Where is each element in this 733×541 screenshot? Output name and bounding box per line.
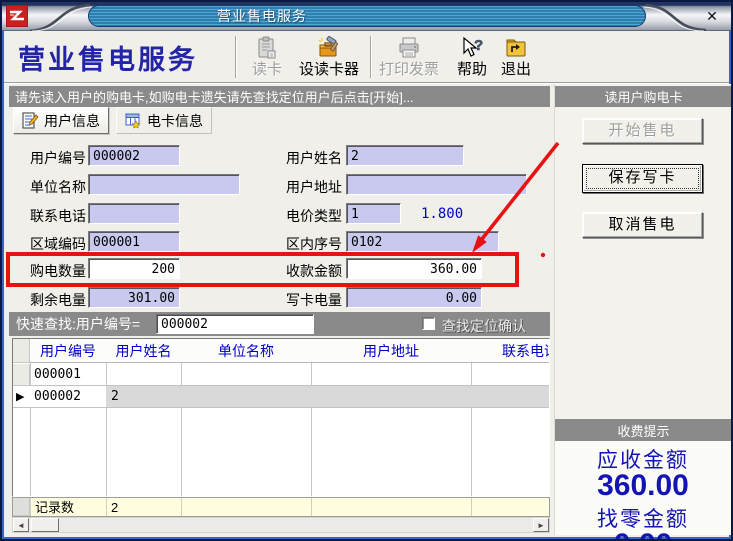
footer-selector-stub (13, 498, 30, 516)
user-name-label: 用户姓名 (270, 148, 342, 168)
help-button[interactable]: ? 帮助 (452, 35, 492, 79)
tab-user-info[interactable]: 用户信息 (13, 107, 109, 134)
scroll-left-button[interactable]: ◄ (13, 518, 29, 532)
exit-label: 退出 (501, 62, 531, 78)
app-logo-icon (6, 5, 28, 27)
table-row[interactable]: 000001 (13, 364, 549, 386)
card-reader-icon (256, 36, 278, 60)
user-addr-label: 用户地址 (270, 177, 342, 197)
toolbar-separator (235, 36, 237, 78)
client-area: 营业售电服务 读卡 设读卡器 (4, 31, 729, 537)
fee-panel-header: 收费提示 (555, 419, 732, 441)
receivable-amount-value: 360.00 (555, 469, 731, 503)
area-code-field[interactable] (88, 231, 180, 252)
col-header-phone[interactable]: 联系电话 (471, 339, 550, 363)
write-card-field[interactable] (346, 287, 482, 308)
save-write-card-button[interactable]: 保存写卡 (582, 164, 703, 193)
prompt-bar: 请先读入用户的购电卡,如购电卡遗失请先查找定位用户后点击[开始]... (9, 86, 550, 107)
area-seq-field[interactable] (346, 231, 499, 252)
help-label: 帮助 (457, 62, 487, 78)
page-title: 营业售电服务 (18, 38, 198, 77)
user-id-label: 用户编号 (14, 148, 86, 168)
reader-setup-icon (317, 36, 341, 60)
title-bar[interactable]: 营业售电服务 ✕ (2, 2, 731, 31)
col-header-user-name[interactable]: 用户姓名 (106, 339, 181, 363)
cancel-sale-button[interactable]: 取消售电 (582, 212, 703, 238)
user-table[interactable]: 用户编号 用户姓名 单位名称 用户地址 联系电话 000001 000002 2… (12, 338, 550, 497)
right-panel-header: 读用户购电卡 (555, 86, 732, 107)
col-header-user-id[interactable]: 用户编号 (30, 339, 106, 363)
setup-reader-label: 设读卡器 (299, 62, 359, 78)
exit-icon (504, 36, 528, 60)
toolbar-separator (370, 36, 372, 78)
tab-card-info[interactable]: 电卡信息 (116, 107, 212, 134)
table-hscrollbar[interactable]: ◄ ► (12, 517, 550, 533)
confirm-locate-label: 查找定位确认 (442, 316, 526, 336)
change-amount-value: 0.00 (555, 528, 731, 541)
quick-find-label: 快速查找:用户编号= (16, 314, 140, 334)
scroll-right-button[interactable]: ► (533, 518, 549, 532)
close-button[interactable]: ✕ (701, 6, 723, 26)
purchase-qty-field[interactable] (88, 258, 180, 279)
record-count-value: 2 (111, 499, 118, 517)
grid-line (181, 498, 182, 516)
purchase-qty-label: 购电数量 (14, 261, 86, 281)
org-name-field[interactable] (88, 174, 240, 195)
price-type-field[interactable] (346, 203, 401, 224)
card-info-icon (125, 112, 142, 129)
cell-user-id: 000002 (30, 386, 106, 407)
phone-label: 联系电话 (14, 206, 86, 226)
read-card-button[interactable]: 读卡 (242, 35, 292, 79)
grid-line (471, 498, 472, 516)
window-title: 营业售电服务 (88, 5, 646, 27)
read-card-label: 读卡 (252, 62, 282, 78)
write-card-label: 写卡电量 (270, 290, 342, 310)
area-code-label: 区域编码 (14, 234, 86, 254)
table-row-selected[interactable]: 000002 2 ▶ (13, 386, 549, 408)
org-name-label: 单位名称 (14, 177, 86, 197)
remaining-label: 剩余电量 (14, 290, 86, 310)
svg-text:?: ? (474, 37, 483, 54)
amount-label: 收款金额 (270, 261, 342, 281)
table-header-row: 用户编号 用户姓名 单位名称 用户地址 联系电话 (13, 339, 549, 363)
unit-price-value: 1.800 (421, 206, 463, 222)
table-footer: 记录数 2 (12, 497, 550, 517)
record-count-label: 记录数 (35, 499, 74, 517)
tab-card-info-label: 电卡信息 (147, 111, 203, 131)
tab-user-info-label: 用户信息 (44, 111, 100, 131)
user-addr-field[interactable] (346, 174, 527, 195)
printer-icon (397, 36, 421, 60)
cell-user-id: 000001 (30, 364, 106, 385)
grid-line (30, 498, 31, 516)
setup-reader-button[interactable]: 设读卡器 (296, 35, 362, 79)
scrollbar-thumb[interactable] (31, 518, 59, 532)
print-invoice-label: 打印发票 (379, 62, 439, 78)
col-header-user-addr[interactable]: 用户地址 (311, 339, 471, 363)
amount-field[interactable] (346, 258, 482, 279)
selector-header-cell (13, 339, 30, 363)
print-invoice-button[interactable]: 打印发票 (376, 35, 442, 79)
user-info-icon (22, 112, 39, 129)
confirm-locate-checkbox[interactable] (422, 317, 435, 330)
app-window: 营业售电服务 ✕ 营业售电服务 读卡 (0, 0, 733, 541)
row-selector-cell (13, 364, 30, 386)
remaining-field[interactable] (88, 287, 180, 308)
col-header-org-name[interactable]: 单位名称 (181, 339, 311, 363)
cell-user-name: 2 (107, 386, 181, 407)
quick-find-input[interactable] (156, 314, 314, 334)
grid-line (311, 498, 312, 516)
phone-field[interactable] (88, 203, 180, 224)
area-seq-label: 区内序号 (270, 234, 342, 254)
start-sale-button[interactable]: 开始售电 (582, 118, 703, 144)
exit-button[interactable]: 退出 (496, 35, 536, 79)
current-row-indicator-icon: ▶ (16, 390, 24, 403)
user-id-field[interactable] (88, 145, 180, 166)
right-panel: 读用户购电卡 开始售电 保存写卡 取消售电 收费提示 应收金额 360.00 找… (554, 84, 731, 535)
user-name-field[interactable] (346, 145, 464, 166)
price-type-label: 电价类型 (270, 206, 342, 226)
grid-line (106, 498, 107, 516)
help-icon: ? (459, 36, 485, 60)
